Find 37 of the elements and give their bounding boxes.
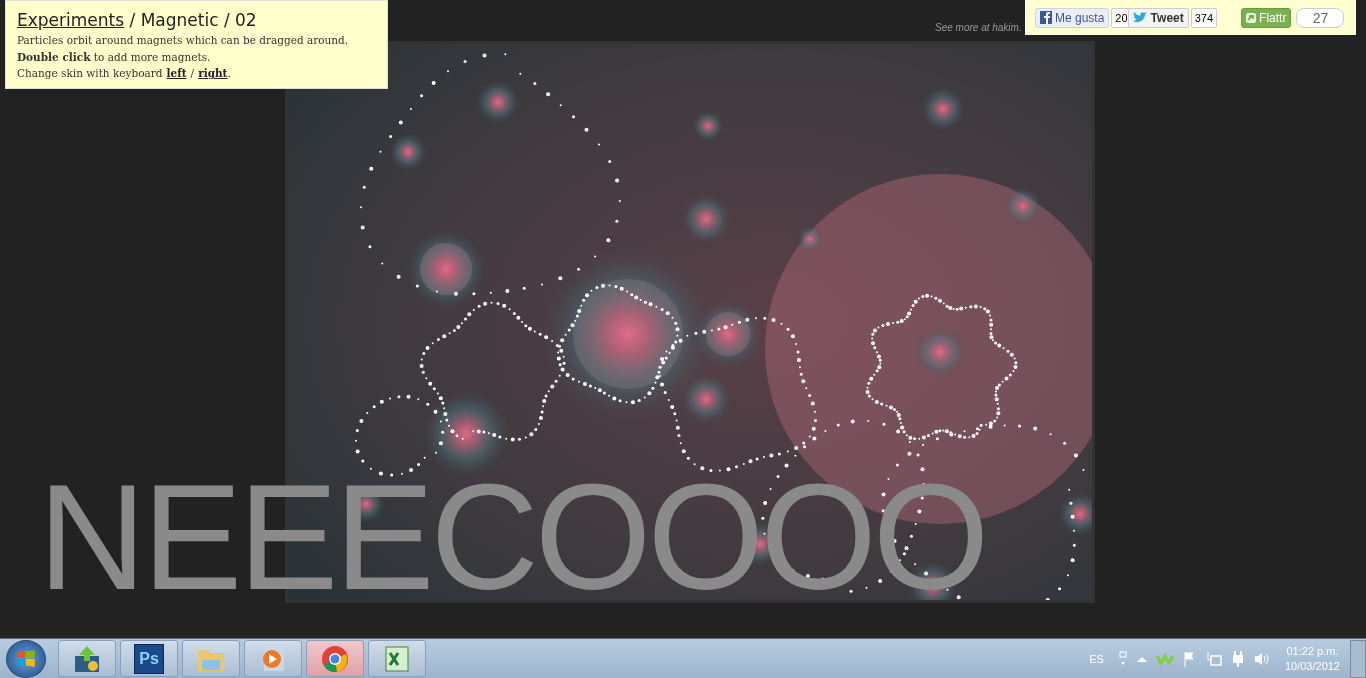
- info-text: Double click to add more magnets.: [17, 49, 212, 65]
- clock-time: 01:22 p.m.: [1286, 643, 1339, 659]
- flag-icon[interactable]: [1182, 650, 1197, 667]
- facebook-icon: [1040, 11, 1052, 24]
- taskbar-app-button[interactable]: [306, 640, 364, 677]
- taskbar-app-button[interactable]: Ps: [120, 640, 178, 677]
- show-desktop-button[interactable]: [1350, 639, 1366, 678]
- flattr-icon: [1246, 12, 1257, 23]
- network-logo-icon[interactable]: [1155, 652, 1174, 665]
- spreadsheet-icon: [382, 643, 412, 674]
- clock-date: 10/03/2012: [1284, 658, 1340, 674]
- power-plug-icon[interactable]: [1230, 650, 1245, 667]
- windows-logo-icon: [15, 647, 37, 670]
- tweet-count: 374: [1190, 7, 1218, 28]
- caret-icon[interactable]: [1136, 655, 1147, 662]
- bird-icon: [1132, 12, 1148, 23]
- taskbar-app-button[interactable]: [368, 640, 426, 677]
- info-text: Change skin with keyboard: [17, 67, 163, 79]
- start-button[interactable]: [6, 639, 46, 678]
- taskbar-app-button[interactable]: [58, 640, 116, 677]
- windows-icon[interactable]: [1117, 650, 1128, 667]
- tweet-button[interactable]: Tweet: [1127, 7, 1189, 28]
- info-text: Particles orbit around magnets which can be dragged around.: [17, 33, 350, 48]
- network-icon[interactable]: [1205, 650, 1222, 667]
- flattr-count: 27: [1296, 7, 1345, 28]
- experiments-link[interactable]: Experiments: [17, 10, 125, 30]
- browser-icon: [320, 643, 350, 674]
- background-lettering: NEEECOOOO: [38, 462, 986, 612]
- see-more-text: See more at hakim.: [935, 22, 1022, 33]
- speaker-icon[interactable]: [1253, 651, 1270, 666]
- taskbar-app-button[interactable]: [244, 640, 302, 677]
- page-title: / Magnetic / 02: [129, 10, 257, 30]
- skin-key-link[interactable]: left: [166, 67, 187, 79]
- photoshop-icon: Ps: [134, 643, 164, 674]
- period-text: .: [227, 67, 231, 79]
- like-button[interactable]: Me gusta: [1035, 7, 1110, 28]
- separator-text: /: [190, 67, 195, 79]
